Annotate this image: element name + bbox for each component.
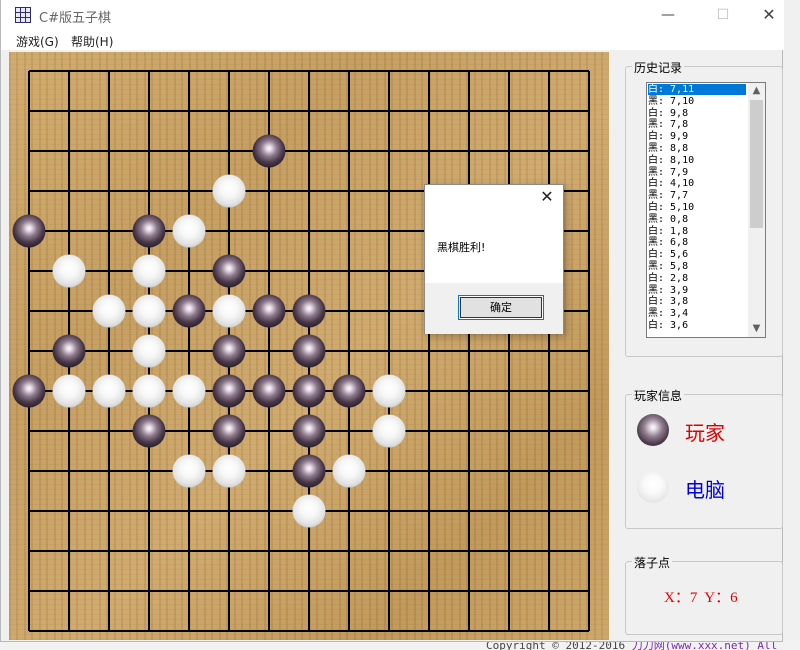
black-stone: [132, 414, 166, 448]
white-stone: [332, 454, 366, 488]
history-item[interactable]: 黑: 0,8: [648, 214, 746, 225]
white-stone: [132, 294, 166, 328]
maximize-button[interactable]: ☐: [700, 0, 746, 30]
white-stone: [92, 374, 126, 408]
background-window-right: [783, 0, 800, 650]
white-stone: [52, 254, 86, 288]
history-list[interactable]: 白: 3,6 黑: 3,4 白: 3,8 黑: 3,9 白: 2,8 黑: 5,8 白: 5…: [646, 82, 766, 338]
black-stone: [12, 214, 46, 248]
white-stone: [172, 214, 206, 248]
black-stone: [212, 254, 246, 288]
white-stone: [132, 374, 166, 408]
close-button[interactable]: ✕: [746, 0, 792, 30]
white-stone: [172, 374, 206, 408]
history-item[interactable]: 白: 7,11: [648, 84, 746, 95]
menu-bar: 游戏(G) 帮助(H): [1, 30, 784, 50]
black-stone: [292, 374, 326, 408]
scroll-down-icon[interactable]: ▼: [748, 321, 765, 337]
history-item[interactable]: 黑: 7,8: [648, 119, 746, 130]
black-stone: [12, 374, 46, 408]
menu-help[interactable]: 帮助(H): [71, 33, 113, 50]
black-stone: [252, 374, 286, 408]
game-board[interactable]: [9, 52, 609, 640]
history-item[interactable]: 白: 3,6: [648, 320, 746, 331]
menu-game[interactable]: 游戏(G): [16, 33, 59, 50]
white-stone: [132, 254, 166, 288]
last-move-group: 落子点 X：7 Y：6: [625, 554, 783, 635]
history-item[interactable]: 白: 9,9: [648, 131, 746, 142]
white-stone: [292, 494, 326, 528]
history-item[interactable]: 白: 9,8: [648, 108, 746, 119]
black-stone: [212, 414, 246, 448]
history-scrollbar[interactable]: ▲ ▼: [748, 83, 765, 337]
white-stone: [212, 454, 246, 488]
white-stone: [212, 294, 246, 328]
black-stone: [332, 374, 366, 408]
white-stone: [372, 374, 406, 408]
dialog-close-icon[interactable]: ✕: [537, 187, 557, 207]
main-window: C#版五子棋 — ☐ ✕ 游戏(G) 帮助(H) 历史记录 白: 3,6 黑: 3…: [0, 0, 784, 642]
history-item[interactable]: 白: 5,10: [648, 202, 746, 213]
history-item[interactable]: 白: 1,8: [648, 226, 746, 237]
history-item[interactable]: 白: 3,8: [648, 296, 746, 307]
last-move-coords: X：7 Y：6: [664, 590, 738, 606]
black-stone: [212, 374, 246, 408]
history-item[interactable]: 白: 5,6: [648, 249, 746, 260]
black-stone: [132, 214, 166, 248]
history-item[interactable]: 黑: 3,9: [648, 285, 746, 296]
player-info-group: 玩家信息 玩家 电脑: [625, 387, 783, 529]
white-stone: [132, 334, 166, 368]
window-title: C#版五子棋: [39, 11, 111, 26]
board-grid[interactable]: [9, 52, 609, 640]
white-stone: [92, 294, 126, 328]
history-item[interactable]: 白: 8,10: [648, 155, 746, 166]
white-stone: [212, 174, 246, 208]
white-stone: [172, 454, 206, 488]
black-stone: [172, 294, 206, 328]
history-item[interactable]: 黑: 6,8: [648, 237, 746, 248]
history-item[interactable]: 白: 4,10: [648, 178, 746, 189]
white-stone-icon: [637, 471, 669, 503]
black-stone: [292, 414, 326, 448]
black-stone: [292, 294, 326, 328]
victory-dialog: ✕ 黑棋胜利! 确定: [424, 184, 564, 334]
black-stone-icon: [637, 414, 669, 446]
black-stone: [52, 334, 86, 368]
player-info-title: 玩家信息: [632, 387, 685, 404]
black-stone: [292, 454, 326, 488]
black-stone: [252, 134, 286, 168]
player-human-label: 玩家: [685, 421, 725, 445]
history-item[interactable]: 黑: 5,8: [648, 261, 746, 272]
scroll-up-icon[interactable]: ▲: [748, 83, 765, 99]
white-stone: [372, 414, 406, 448]
history-item[interactable]: 黑: 3,4: [648, 308, 746, 319]
history-item[interactable]: 黑: 7,7: [648, 190, 746, 201]
history-item[interactable]: 白: 2,8: [648, 273, 746, 284]
black-stone: [292, 334, 326, 368]
history-item[interactable]: 黑: 7,9: [648, 167, 746, 178]
dialog-message: 黑棋胜利!: [437, 241, 486, 254]
history-group: 历史记录 白: 3,6 黑: 3,4 白: 3,8 黑: 3,9 白: 2,8 黑: 5,…: [625, 59, 783, 357]
history-title: 历史记录: [632, 59, 685, 76]
title-bar[interactable]: C#版五子棋 — ☐ ✕: [1, 0, 784, 30]
dialog-footer: 确定: [425, 283, 563, 334]
history-item[interactable]: 黑: 7,10: [648, 96, 746, 107]
white-stone: [52, 374, 86, 408]
last-move-title: 落子点: [632, 554, 673, 571]
history-item[interactable]: 黑: 8,8: [648, 143, 746, 154]
black-stone: [212, 334, 246, 368]
player-computer-label: 电脑: [685, 478, 725, 502]
scroll-thumb[interactable]: [750, 100, 763, 228]
black-stone: [252, 294, 286, 328]
minimize-button[interactable]: —: [645, 0, 691, 30]
dialog-ok-button[interactable]: 确定: [458, 295, 544, 320]
gomoku-board-icon: [15, 7, 31, 23]
